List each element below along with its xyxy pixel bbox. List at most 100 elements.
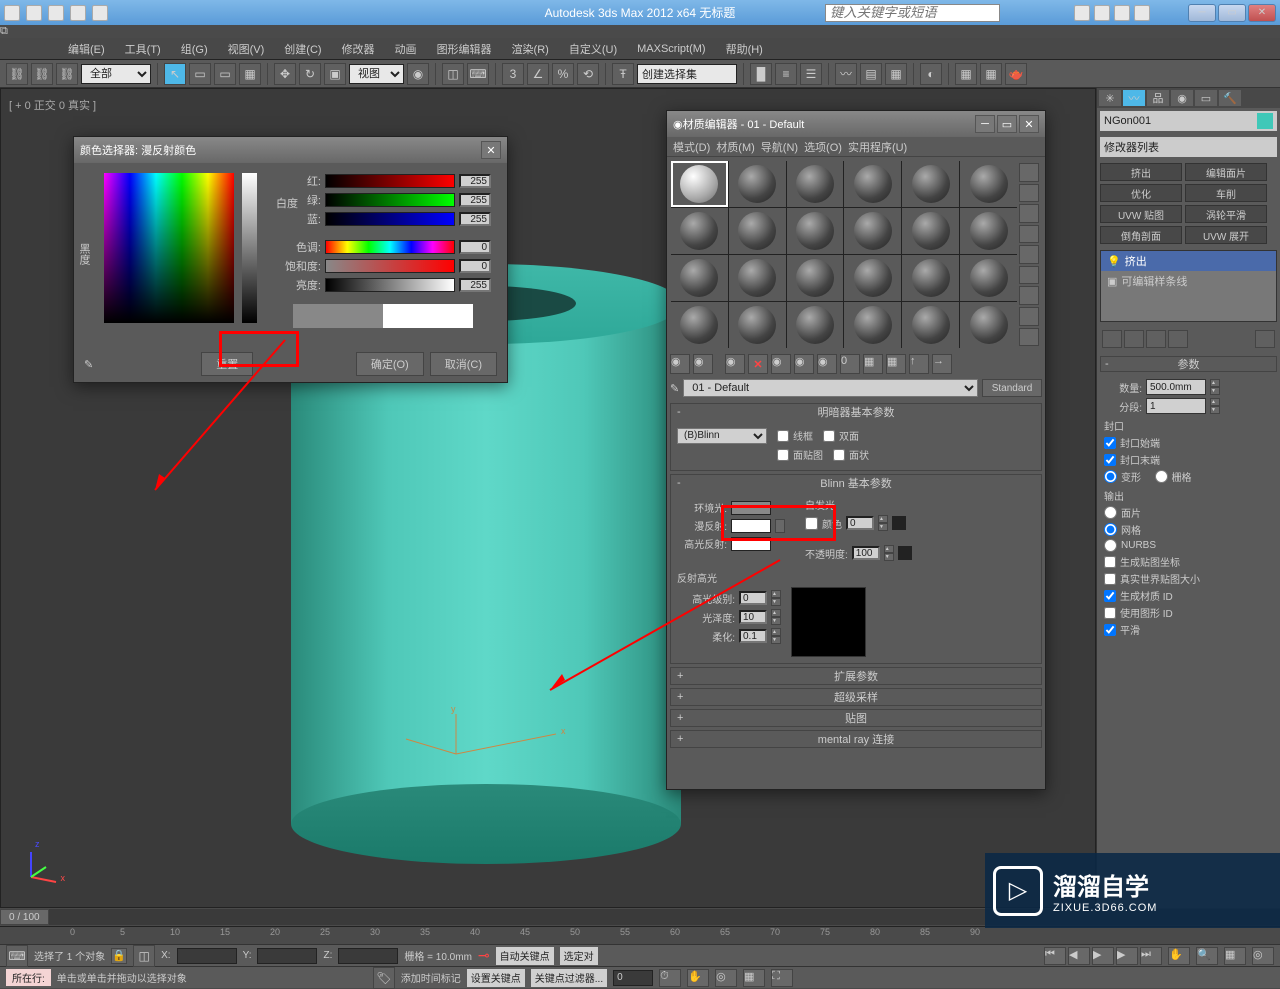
stack-spline-item[interactable]: ▣ 可编辑样条线 bbox=[1101, 271, 1276, 291]
bind-icon[interactable]: ⛓ bbox=[56, 63, 78, 85]
sat-input[interactable] bbox=[459, 259, 491, 273]
red-input[interactable] bbox=[459, 174, 491, 188]
hue-input[interactable] bbox=[459, 240, 491, 254]
material-type-button[interactable]: Standard bbox=[982, 379, 1042, 397]
maxscript-listener-icon[interactable]: ⌨ bbox=[6, 945, 28, 967]
create-tab-icon[interactable]: ✳ bbox=[1099, 90, 1121, 106]
glossiness-input[interactable] bbox=[739, 610, 767, 624]
maximize-icon[interactable]: ▭ bbox=[997, 115, 1017, 133]
app-logo-icon[interactable]: ⧉ bbox=[0, 25, 1280, 38]
sample-slot[interactable] bbox=[729, 255, 786, 301]
mesh-radio[interactable] bbox=[1104, 523, 1117, 536]
selfillum-color-checkbox[interactable] bbox=[805, 517, 818, 530]
patch-radio[interactable] bbox=[1104, 506, 1117, 519]
make-preview-icon[interactable] bbox=[1019, 266, 1039, 285]
real-world-checkbox[interactable] bbox=[1104, 573, 1116, 585]
selection-scope-select[interactable]: 全部 bbox=[81, 64, 151, 84]
viewport-nav-icon[interactable]: ✋ bbox=[1168, 947, 1190, 965]
tool-icon[interactable] bbox=[1094, 5, 1110, 21]
move-tool-icon[interactable]: ✥ bbox=[274, 63, 296, 85]
minimize-icon[interactable]: ─ bbox=[975, 115, 995, 133]
sample-type-icon[interactable] bbox=[1019, 163, 1039, 182]
viewport-label[interactable]: [ + 0 正交 0 真实 ] bbox=[9, 97, 96, 113]
amount-input[interactable] bbox=[1146, 379, 1206, 395]
material-editor-titlebar[interactable]: ◉ 材质编辑器 - 01 - Default ─ ▭ ✕ bbox=[667, 111, 1045, 137]
key-icon[interactable]: ⊸ bbox=[478, 947, 490, 964]
autokey-button[interactable]: 自动关键点 bbox=[496, 947, 554, 965]
selfillum-map-button[interactable] bbox=[892, 516, 906, 530]
material-editor-icon[interactable]: ◐ bbox=[920, 63, 942, 85]
show-end-icon[interactable]: ▦ bbox=[886, 354, 906, 374]
menu-group[interactable]: 组(G) bbox=[173, 39, 216, 59]
render-frame-icon[interactable]: ▦ bbox=[980, 63, 1002, 85]
render-setup-icon[interactable]: ▦ bbox=[955, 63, 977, 85]
timeline-ruler[interactable]: 0 5 10 15 20 25 30 35 40 45 50 55 60 65 … bbox=[0, 926, 1280, 944]
select-name-icon[interactable]: ▭ bbox=[189, 63, 211, 85]
cancel-button[interactable]: 取消(C) bbox=[430, 352, 497, 376]
close-button[interactable]: ✕ bbox=[1248, 4, 1276, 22]
blinn-rollout-header[interactable]: Blinn 基本参数 bbox=[671, 475, 1041, 491]
go-sibling-icon[interactable]: → bbox=[932, 354, 952, 374]
sample-slot[interactable] bbox=[960, 208, 1017, 254]
opacity-input[interactable] bbox=[852, 546, 880, 560]
goto-end-icon[interactable]: ⏭ bbox=[1140, 947, 1162, 965]
grid-radio[interactable] bbox=[1155, 470, 1168, 483]
spec-level-input[interactable] bbox=[739, 591, 767, 605]
modifier-list-select[interactable]: 修改器列表 bbox=[1100, 137, 1277, 157]
shader-type-select[interactable]: (B)Blinn bbox=[677, 428, 767, 444]
close-icon[interactable]: ✕ bbox=[1019, 115, 1039, 133]
viewport-nav-icon[interactable]: ⛶ bbox=[771, 969, 793, 987]
mat-material-menu[interactable]: 材质(M) bbox=[716, 139, 755, 155]
gen-uvw-checkbox[interactable] bbox=[1104, 556, 1116, 568]
sample-slot[interactable] bbox=[671, 255, 728, 301]
make-copy-icon[interactable]: ◉ bbox=[771, 354, 791, 374]
diffuse-swatch[interactable] bbox=[731, 519, 771, 533]
mod-uvwmap-button[interactable]: UVW 贴图 bbox=[1100, 205, 1182, 223]
hue-slider[interactable] bbox=[325, 240, 455, 254]
show-map-icon[interactable]: ▦ bbox=[863, 354, 883, 374]
morph-radio[interactable] bbox=[1104, 470, 1117, 483]
goto-start-icon[interactable]: ⏮ bbox=[1044, 947, 1066, 965]
schematic-icon[interactable]: ▦ bbox=[885, 63, 907, 85]
sample-slot[interactable] bbox=[960, 302, 1017, 348]
menu-tools[interactable]: 工具(T) bbox=[117, 39, 169, 59]
viewport-nav-icon[interactable]: ✋ bbox=[687, 969, 709, 987]
supersample-rollout-header[interactable]: 超级采样 bbox=[671, 689, 1041, 705]
mray-rollout-header[interactable]: mental ray 连接 bbox=[671, 731, 1041, 747]
options-icon[interactable] bbox=[1019, 286, 1039, 305]
unlink-icon[interactable]: ⛓ bbox=[31, 63, 53, 85]
edit-named-icon[interactable]: Ŧ bbox=[612, 63, 634, 85]
lightbulb-icon[interactable]: 💡 bbox=[1107, 255, 1121, 268]
snap-icon[interactable]: 3 bbox=[502, 63, 524, 85]
select-tool-icon[interactable]: ↖ bbox=[164, 63, 186, 85]
layer-icon[interactable]: ☰ bbox=[800, 63, 822, 85]
configure-sets-icon[interactable] bbox=[1255, 330, 1275, 348]
sample-slot[interactable] bbox=[960, 161, 1017, 207]
mat-mode-menu[interactable]: 模式(D) bbox=[673, 139, 710, 155]
sample-slot[interactable] bbox=[671, 161, 728, 207]
video-check-icon[interactable] bbox=[1019, 245, 1039, 264]
angle-snap-icon[interactable]: ∠ bbox=[527, 63, 549, 85]
select-region-icon[interactable]: ▭ bbox=[214, 63, 236, 85]
x-coord-input[interactable] bbox=[177, 948, 237, 964]
mod-optimize-button[interactable]: 优化 bbox=[1100, 184, 1182, 202]
render-icon[interactable]: 🫖 bbox=[1005, 63, 1027, 85]
help-search-input[interactable] bbox=[825, 4, 1000, 22]
save-icon[interactable] bbox=[48, 5, 64, 21]
prev-frame-icon[interactable]: ◀ bbox=[1068, 947, 1090, 965]
red-slider[interactable] bbox=[325, 174, 455, 188]
cap-start-checkbox[interactable] bbox=[1104, 437, 1116, 449]
soften-input[interactable] bbox=[739, 629, 767, 643]
sample-slot[interactable] bbox=[787, 208, 844, 254]
green-slider[interactable] bbox=[325, 193, 455, 207]
put-to-lib-icon[interactable]: ◉ bbox=[817, 354, 837, 374]
background-icon[interactable] bbox=[1019, 204, 1039, 223]
tool-icon[interactable] bbox=[1074, 5, 1090, 21]
named-selection-input[interactable] bbox=[637, 64, 737, 84]
viewport-nav-icon[interactable]: ◎ bbox=[715, 969, 737, 987]
gen-matid-checkbox[interactable] bbox=[1104, 590, 1116, 602]
make-unique-icon[interactable] bbox=[1146, 330, 1166, 348]
menu-views[interactable]: 视图(V) bbox=[220, 39, 273, 59]
selfillum-input[interactable] bbox=[846, 516, 874, 530]
mirror-icon[interactable]: ▐▌ bbox=[750, 63, 772, 85]
